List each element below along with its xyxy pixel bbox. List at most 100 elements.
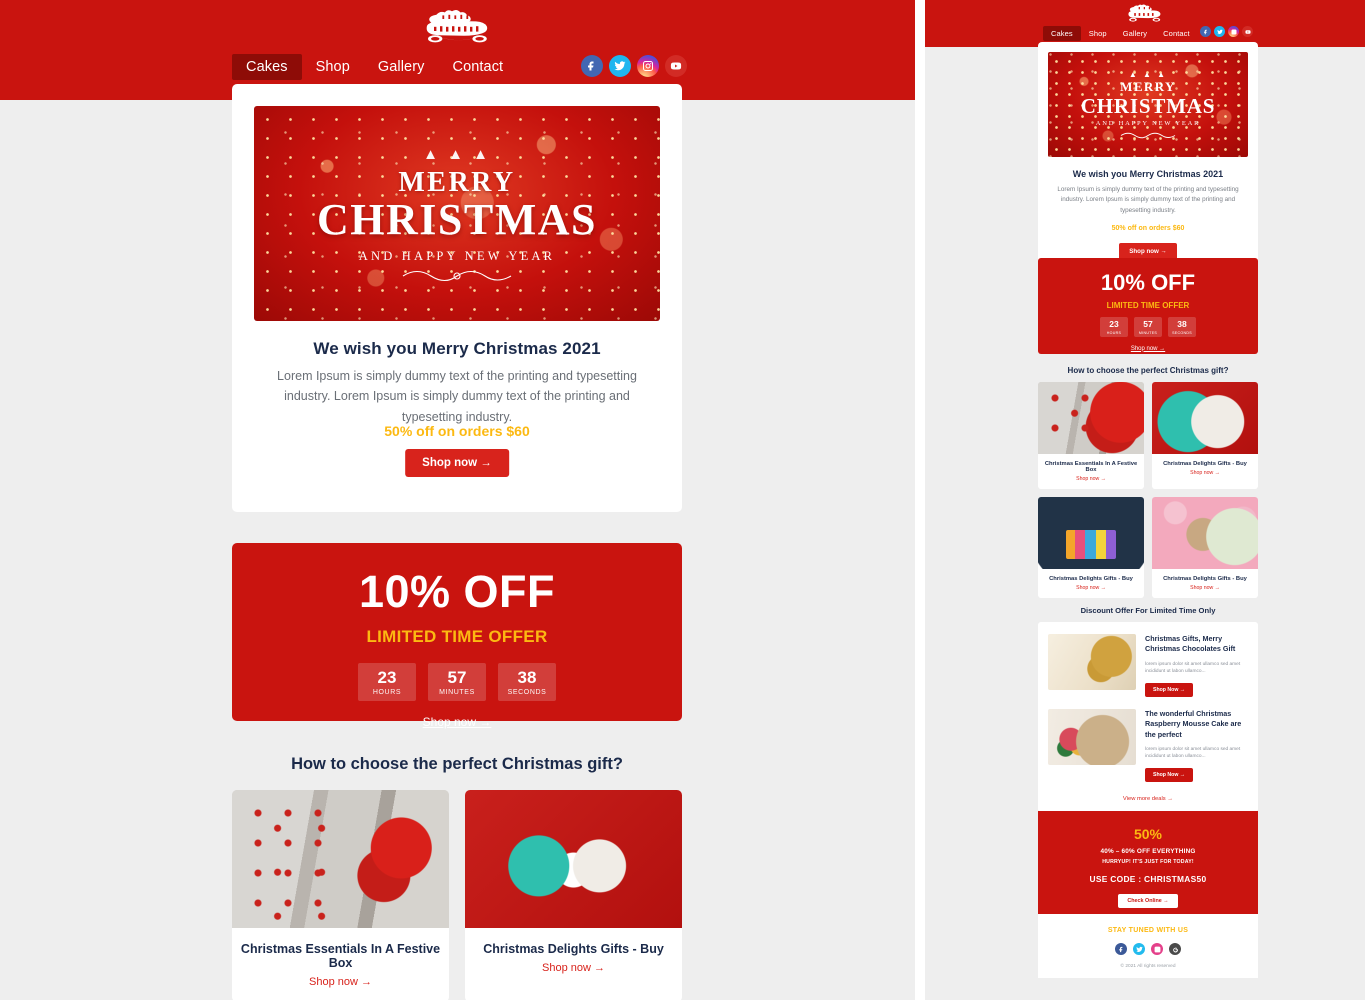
countdown-hours-value: 23: [377, 668, 397, 687]
footer-social-links: [1038, 943, 1258, 955]
mobile-nav-item-contact[interactable]: Contact: [1155, 26, 1198, 41]
mobile-gift-card[interactable]: Christmas Delights Gifts - Buy Shop now …: [1152, 497, 1258, 598]
deal-shop-now-button[interactable]: Shop Now →: [1145, 682, 1193, 697]
offer-subtitle: LIMITED TIME OFFER: [366, 627, 548, 646]
gift-title: Christmas Delights Gifts - Buy: [483, 942, 664, 956]
mobile-gifts-section-title: How to choose the perfect Christmas gift…: [1067, 366, 1229, 375]
youtube-icon[interactable]: [665, 55, 687, 77]
mobile-gift-title: Christmas Delights Gifts - Buy: [1163, 461, 1247, 467]
nav-item-shop[interactable]: Shop: [302, 54, 364, 80]
nav-item-cakes[interactable]: Cakes: [232, 54, 302, 80]
mobile-navigation: Cakes Shop Gallery Contact: [1043, 26, 1198, 41]
deal-shop-now-button[interactable]: Shop Now →: [1145, 767, 1193, 782]
mobile-hero-merry-text: MERRY: [1120, 79, 1176, 94]
promo-percent: 50%: [1133, 826, 1163, 842]
desktop-preview-panel: Cakes Shop Gallery Contact ▲ ▲ ▲ MERRY C…: [0, 0, 915, 1000]
mobile-gift-shop-now-link[interactable]: Shop now →: [1152, 582, 1258, 598]
christmas-trees-icon: ▲ ▲ ▲: [423, 146, 491, 163]
mobile-gift-shop-now-link[interactable]: Shop now →: [1152, 467, 1258, 483]
deals-section-title: Discount Offer For Limited Time Only: [1080, 606, 1216, 615]
deals-list: Christmas Gifts, Merry Christmas Chocola…: [1038, 622, 1258, 812]
brand-logo[interactable]: [0, 8, 915, 53]
deal-row: Christmas Gifts, Merry Christmas Chocola…: [1048, 634, 1248, 697]
hero-shop-now-button[interactable]: Shop now →: [405, 449, 509, 477]
gifts-section-title: How to choose the perfect Christmas gift…: [291, 755, 623, 773]
mobile-gift-card[interactable]: Christmas Delights Gifts - Buy Shop now …: [1152, 382, 1258, 489]
hero-banner-image: ▲ ▲ ▲ MERRY CHRISTMAS AND HAPPY NEW YEAR: [254, 106, 660, 321]
deal-image: [1048, 708, 1136, 765]
gift-shop-now-link[interactable]: Shop now →: [232, 970, 449, 1000]
facebook-icon[interactable]: [1115, 943, 1127, 955]
header-social-links: [581, 55, 687, 77]
promo-banner: 50% 40% – 60% OFF EVERYTHING HURRYUP! IT…: [1038, 811, 1258, 914]
promo-code: USE CODE : CHRISTMAS50: [1089, 874, 1207, 884]
view-more-deals-link[interactable]: View more deals →: [1048, 794, 1248, 804]
mobile-gift-title: Christmas Essentials In A Festive Box: [1044, 461, 1138, 473]
mobile-nav-item-cakes[interactable]: Cakes: [1043, 26, 1081, 41]
mobile-countdown-hours: 23 HOURS: [1100, 317, 1128, 337]
instagram-icon[interactable]: [637, 55, 659, 77]
twitter-icon[interactable]: [1214, 26, 1225, 37]
mobile-countdown-minutes: 57 MINUTES: [1134, 317, 1162, 337]
mobile-hero-body-text: Lorem Ipsum is simply dummy text of the …: [1057, 186, 1239, 214]
nav-item-contact[interactable]: Contact: [439, 54, 518, 80]
mobile-gift-title: Christmas Delights Gifts - Buy: [1049, 576, 1133, 582]
facebook-icon[interactable]: [581, 55, 603, 77]
mobile-countdown-timer: 23 HOURS 57 MINUTES 38 SECONDS: [1038, 317, 1258, 337]
offer-shop-now-link[interactable]: Shop now →: [423, 715, 492, 729]
mobile-hero-newyear-text: AND HAPPY NEW YEAR: [1095, 120, 1201, 128]
deal-row: The wonderful Christmas Raspberry Mousse…: [1048, 708, 1248, 782]
instagram-icon[interactable]: [1151, 943, 1163, 955]
gift-shop-now-link[interactable]: Shop now →: [465, 956, 682, 988]
mobile-gift-card[interactable]: Christmas Essentials In A Festive Box Sh…: [1038, 382, 1144, 489]
main-navigation: Cakes Shop Gallery Contact: [232, 54, 517, 80]
deal-description: lorem ipsum dolor sit amet ullamco sed a…: [1145, 661, 1241, 675]
mobile-gift-image: [1038, 497, 1144, 569]
check-online-button[interactable]: Check Online →: [1118, 894, 1178, 908]
gift-card[interactable]: Christmas Essentials In A Festive Box Sh…: [232, 790, 449, 1000]
footer-copyright: © 2021 All rights reserved: [1120, 964, 1176, 969]
mobile-gift-shop-now-link[interactable]: Shop now →: [1038, 582, 1144, 598]
mobile-hero-christmas-text: CHRISTMAS: [1080, 94, 1216, 118]
merry-christmas-logo-icon: [426, 9, 487, 43]
mobile-gift-image: [1152, 497, 1258, 569]
mobile-gifts-grid: Christmas Essentials In A Festive Box Sh…: [1038, 382, 1258, 598]
mobile-countdown-seconds-value: 38: [1177, 319, 1187, 329]
mobile-nav-item-shop[interactable]: Shop: [1081, 26, 1115, 41]
google-icon[interactable]: [1169, 943, 1181, 955]
countdown-hours-label: HOURS: [372, 688, 402, 696]
mobile-nav-item-gallery[interactable]: Gallery: [1115, 26, 1155, 41]
footer-title: STAY TUNED WITH US: [1107, 927, 1189, 934]
deal-description: lorem ipsum dolor sit amet ullamco sed a…: [1145, 747, 1241, 760]
hero-banner-text: ▲ ▲ ▲ MERRY CHRISTMAS AND HAPPY NEW YEAR: [254, 146, 660, 289]
mobile-countdown-hours-label: HOURS: [1106, 330, 1122, 335]
mobile-offer-subtitle: LIMITED TIME OFFER: [1106, 301, 1190, 310]
countdown-hours: 23 HOURS: [358, 663, 416, 701]
gifts-grid: Christmas Essentials In A Festive Box Sh…: [232, 790, 682, 1000]
countdown-timer: 23 HOURS 57 MINUTES 38 SECONDS: [232, 663, 682, 701]
twitter-icon[interactable]: [609, 55, 631, 77]
mobile-gift-image: [1152, 382, 1258, 454]
twitter-icon[interactable]: [1133, 943, 1145, 955]
gift-title: Christmas Essentials In A Festive Box: [240, 942, 441, 970]
mobile-hero-card: ▲ ▲ ▲ MERRY CHRISTMAS AND HAPPY NEW YEAR…: [1038, 42, 1258, 273]
mobile-countdown-seconds: 38 SECONDS: [1168, 317, 1196, 337]
mobile-offer-shop-now-link[interactable]: Shop now →: [1131, 346, 1165, 352]
facebook-icon[interactable]: [1200, 26, 1211, 37]
nav-item-gallery[interactable]: Gallery: [364, 54, 439, 80]
mobile-hero-banner-text: ▲ ▲ ▲ MERRY CHRISTMAS AND HAPPY NEW YEAR: [1048, 70, 1248, 145]
countdown-seconds-value: 38: [517, 668, 537, 687]
deal-title: The wonderful Christmas Raspberry Mousse…: [1145, 708, 1242, 739]
mobile-countdown-minutes-value: 57: [1143, 319, 1153, 329]
mobile-gift-shop-now-link[interactable]: Shop now →: [1038, 473, 1144, 489]
hero-body-text: Lorem Ipsum is simply dummy text of the …: [277, 369, 637, 424]
countdown-minutes-label: MINUTES: [439, 688, 475, 696]
limited-offer-banner: 10% OFF LIMITED TIME OFFER 23 HOURS 57 M…: [232, 543, 682, 729]
gift-card[interactable]: Christmas Delights Gifts - Buy Shop now …: [465, 790, 682, 1000]
mobile-countdown-minutes-label: MINUTES: [1138, 330, 1158, 335]
swirl-ornament-icon: [254, 268, 660, 289]
instagram-icon[interactable]: [1228, 26, 1239, 37]
mobile-gift-card[interactable]: Christmas Delights Gifts - Buy Shop now …: [1038, 497, 1144, 598]
youtube-icon[interactable]: [1242, 26, 1253, 37]
promo-line-1: 40% – 60% OFF EVERYTHING: [1100, 848, 1196, 855]
